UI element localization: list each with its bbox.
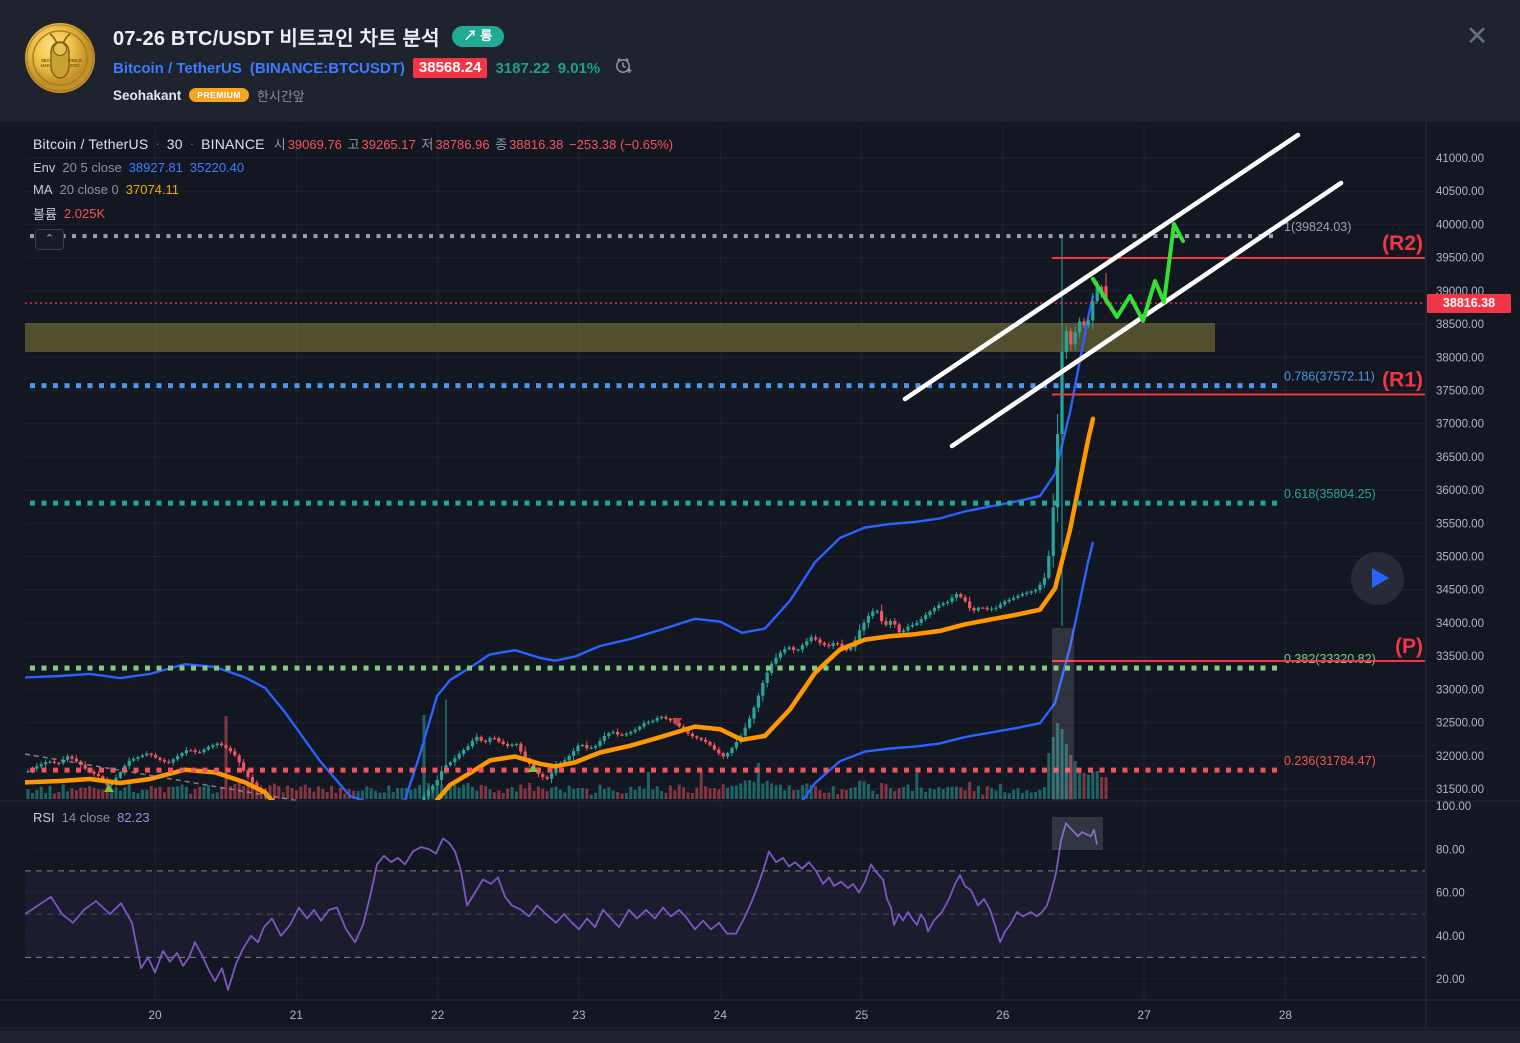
legend-symbol: Bitcoin / TetherUS: [33, 136, 148, 152]
time-axis-label: 24: [714, 1008, 728, 1022]
ma-indicator-params: 20 close 0: [60, 182, 119, 197]
time-axis-label: 21: [290, 1008, 304, 1022]
time-axis-label: 23: [572, 1008, 586, 1022]
price-axis-label: 36500.00: [1436, 452, 1484, 464]
collapse-indicators-button[interactable]: ⌃: [35, 229, 64, 250]
legend-ma-row[interactable]: MA 20 close 0 37074.11: [33, 182, 673, 197]
legend-exchange: BINANCE: [201, 136, 265, 152]
price-axis-label: 38500.00: [1436, 319, 1484, 331]
svg-text:HAK: HAK: [41, 63, 50, 68]
env-indicator-params: 20 5 close: [62, 160, 121, 175]
legend-separator: ·: [190, 136, 194, 151]
rsi-axis-label: 80.00: [1436, 844, 1465, 856]
volume-indicator-name: 볼륨: [33, 204, 57, 223]
ma-indicator-name: MA: [33, 182, 53, 197]
price-axis-label: 34500.00: [1436, 585, 1484, 597]
symbol-link[interactable]: Bitcoin / TetherUS: [113, 60, 242, 77]
current-price-axis-badge: 38816.38: [1427, 294, 1511, 313]
price-axis-label: 33500.00: [1436, 651, 1484, 663]
change-percent: 9.01%: [558, 60, 601, 77]
time-axis-label: 22: [431, 1008, 445, 1022]
fib-level-label: 0.618(35804.25): [1284, 487, 1376, 501]
rsi-indicator-params: 14 close: [62, 810, 110, 825]
ma-indicator-line: [25, 419, 1093, 905]
rsi-indicator-name: RSI: [33, 810, 55, 825]
legend-ohlc: 시39069.76 고39265.17 저38786.96 종38816.38 …: [272, 134, 673, 153]
price-axis-label: 33000.00: [1436, 684, 1484, 696]
ma-value: 37074.11: [126, 182, 179, 197]
main-legend: Bitcoin / TetherUS · 30 · BINANCE 시39069…: [33, 134, 673, 230]
long-direction-badge: ↗ 롱: [452, 26, 505, 47]
fib-level-label: 0.786(37572.11): [1284, 370, 1375, 384]
rsi-highlight-box[interactable]: [1052, 817, 1103, 850]
fib-level-label: 0.236(31784.47): [1284, 754, 1376, 768]
tradingview-idea-page: SEO HAK SINCE 2021 07-26 BTC/USDT 비트코인 차…: [0, 0, 1520, 1043]
price-axis-label: 40000.00: [1436, 219, 1484, 231]
price-axis-label: 31500.00: [1436, 784, 1484, 796]
rsi-value: 82.23: [117, 810, 150, 825]
projection-zigzag-arrow[interactable]: [1093, 224, 1183, 321]
price-axis-label: 39500.00: [1436, 253, 1484, 265]
exchange-symbol-link[interactable]: (BINANCE:BTCUSDT): [250, 60, 405, 77]
close-icon[interactable]: ✕: [1462, 22, 1492, 52]
legend-symbol-row[interactable]: Bitcoin / TetherUS · 30 · BINANCE 시39069…: [33, 134, 673, 153]
entry-price-badge: 38568.24: [413, 58, 488, 78]
fib-level-label: 1(39824.03): [1284, 220, 1351, 234]
buy-marker-icon: [104, 784, 114, 792]
fib-level-label: 0.382(33320.82): [1284, 652, 1376, 666]
price-axis-label: 35000.00: [1436, 552, 1484, 564]
pivot-label: (R1): [1382, 368, 1423, 391]
env-indicator-name: Env: [33, 160, 55, 175]
time-axis-label: 25: [855, 1008, 869, 1022]
rsi-legend: RSI 14 close 82.23: [33, 810, 150, 832]
rsi-axis-label: 40.00: [1436, 931, 1465, 943]
pivot-label: (P): [1395, 635, 1423, 658]
rsi-axis-label: 20.00: [1436, 974, 1465, 986]
rsi-axis-label: 60.00: [1436, 888, 1465, 900]
price-axis-label: 35500.00: [1436, 518, 1484, 530]
time-axis-label: 27: [1137, 1008, 1151, 1022]
premium-badge: PREMIUM: [189, 88, 249, 102]
legend-volume-row[interactable]: 볼륨 2.025K: [33, 204, 673, 223]
price-axis-label: 41000.00: [1436, 153, 1484, 165]
price-axis-label: 32500.00: [1436, 718, 1484, 730]
play-button[interactable]: [1351, 552, 1404, 605]
price-axis-label: 32000.00: [1436, 751, 1484, 763]
price-axis-label: 36000.00: [1436, 485, 1484, 497]
price-axis-label: 38000.00: [1436, 352, 1484, 364]
volume-value: 2.025K: [64, 206, 105, 221]
author-name[interactable]: Seohakant: [113, 88, 181, 103]
price-axis-label: 37000.00: [1436, 419, 1484, 431]
rsi-axis-label: 100.00: [1436, 801, 1471, 813]
page-title: 07-26 BTC/USDT 비트코인 차트 분석: [113, 22, 440, 51]
supply-zone-box[interactable]: [25, 323, 1215, 352]
price-axis-label: 37500.00: [1436, 385, 1484, 397]
published-time: 한시간앞: [257, 86, 305, 105]
header: SEO HAK SINCE 2021 07-26 BTC/USDT 비트코인 차…: [0, 0, 1520, 122]
profile-avatar-coin[interactable]: SEO HAK SINCE 2021: [24, 22, 96, 94]
env-lower-value: 35220.40: [190, 160, 244, 175]
play-icon: [1372, 568, 1389, 588]
pivot-label: (R2): [1382, 232, 1423, 255]
time-axis[interactable]: 20 21 22 23 24 25 26 27 28: [148, 1008, 1292, 1022]
legend-env-row[interactable]: Env 20 5 close 38927.81 35220.40: [33, 160, 673, 175]
change-absolute: 3187.22: [495, 60, 549, 77]
volume-bars: [27, 715, 1108, 799]
time-axis-label: 26: [996, 1008, 1010, 1022]
alarm-clock-add-icon[interactable]: [614, 56, 633, 80]
legend-rsi-row[interactable]: RSI 14 close 82.23: [33, 810, 150, 825]
legend-interval: 30: [167, 136, 183, 152]
price-axis-label: 40500.00: [1436, 186, 1484, 198]
env-upper-value: 38927.81: [129, 160, 183, 175]
time-axis-label: 28: [1279, 1008, 1293, 1022]
legend-separator: ·: [155, 136, 159, 151]
svg-text:2021: 2021: [70, 63, 80, 68]
price-axis-label: 34000.00: [1436, 618, 1484, 630]
time-axis-label: 20: [148, 1008, 162, 1022]
price-axis[interactable]: 41000.0040500.0040000.0039500.0039000.00…: [1436, 153, 1484, 986]
legend-change: −253.38 (−0.65%): [569, 137, 673, 152]
volume-spike-highlight-box[interactable]: [1052, 628, 1074, 800]
